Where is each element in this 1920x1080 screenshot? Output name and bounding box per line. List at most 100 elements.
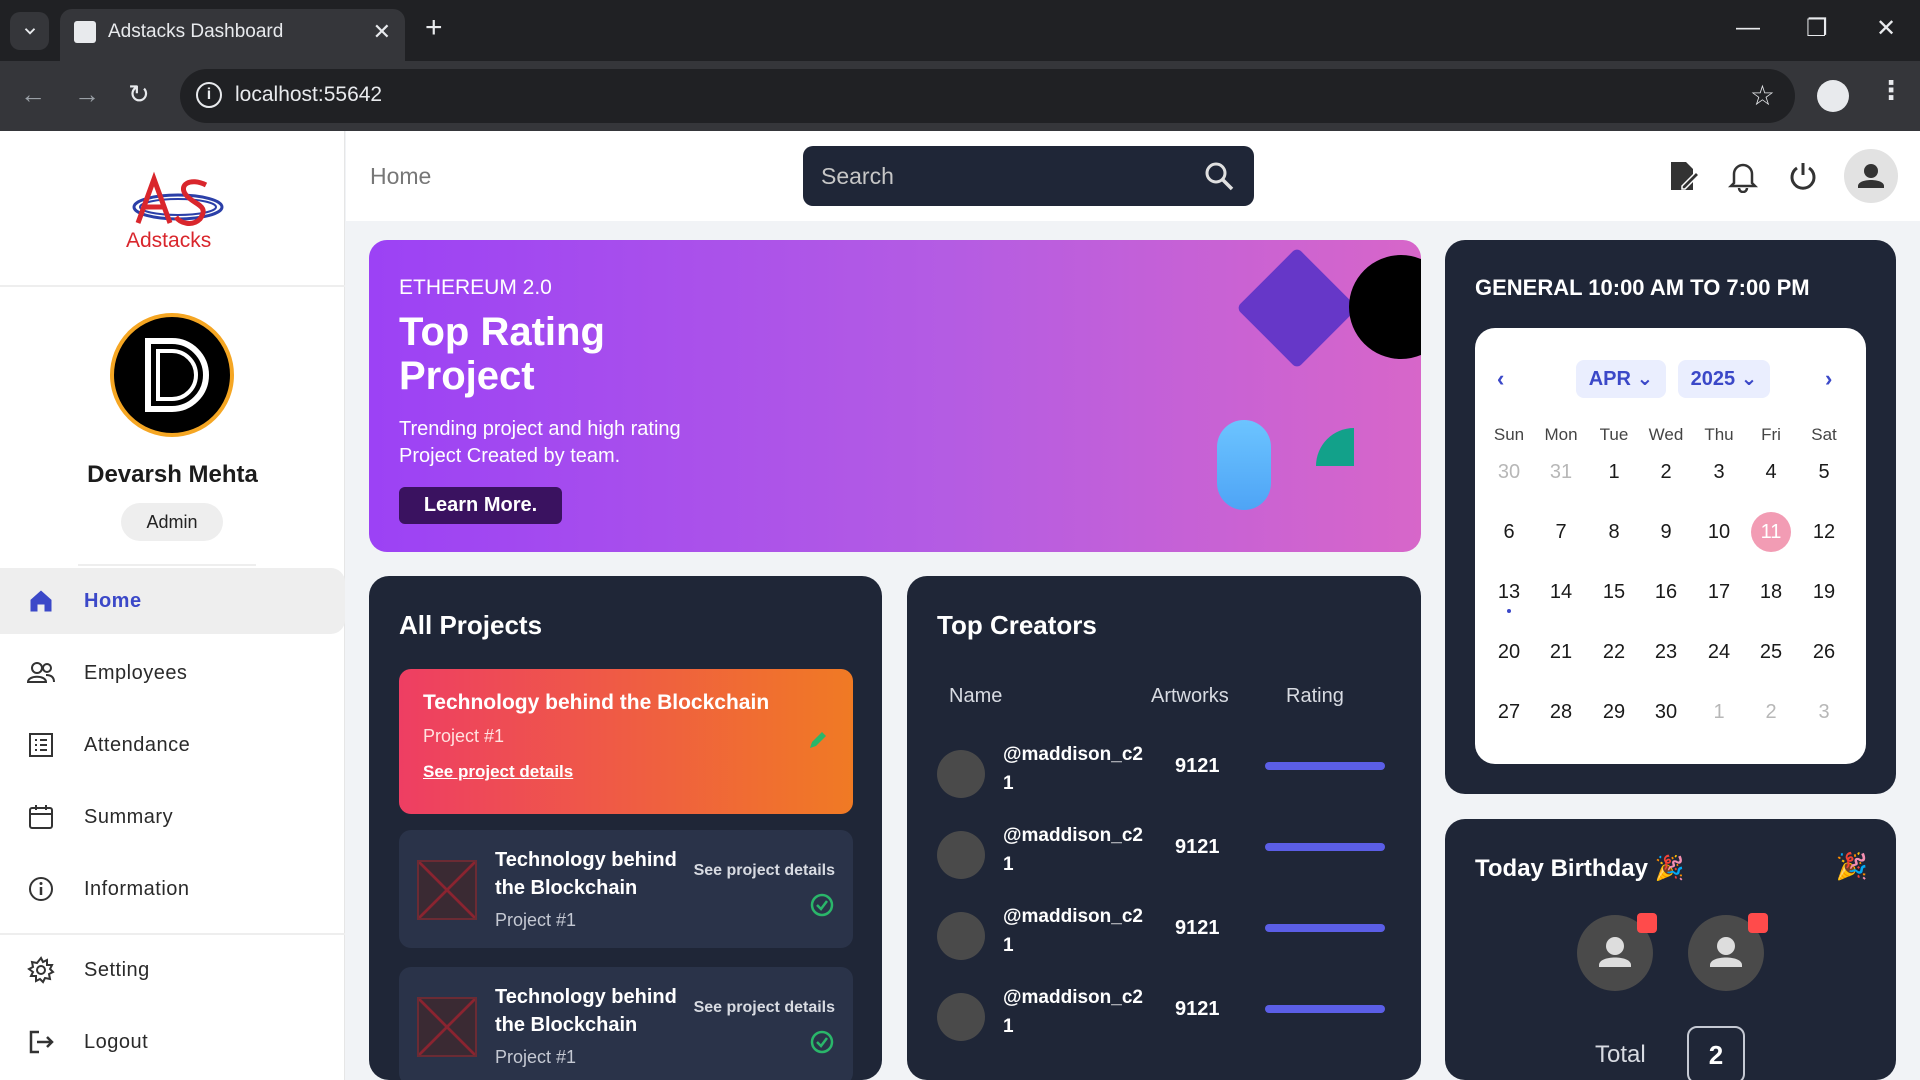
decor-circle [1349, 255, 1421, 359]
weekday-label: Sun [1493, 425, 1525, 444]
search-icon[interactable] [1204, 161, 1234, 191]
artworks-count: 9121 [1175, 755, 1220, 777]
creator-row[interactable]: @maddison_c21 9121 [937, 821, 1391, 891]
back-icon[interactable]: ← [20, 79, 46, 110]
calendar-day-today[interactable]: 11 [1745, 513, 1797, 551]
avatar [937, 912, 985, 960]
calendar-day[interactable]: 4 [1745, 453, 1797, 491]
calendar-day[interactable]: 31 [1535, 453, 1587, 491]
project-title: Technology behind the Blockchain [495, 849, 677, 899]
role-badge: Admin [121, 503, 223, 541]
calendar-day[interactable]: 1 [1693, 693, 1745, 731]
featured-project[interactable]: Technology behind the Blockchain Project… [399, 669, 853, 814]
calendar-day[interactable]: 24 [1693, 633, 1745, 671]
sidebar-item-employees[interactable]: Employees [0, 640, 345, 706]
creator-name: @maddison_c21 [1003, 906, 1143, 956]
broken-image-icon [417, 997, 477, 1057]
see-project-details-link[interactable]: See project details [423, 762, 573, 782]
column-header-artworks: Artworks [1151, 685, 1229, 707]
search-input[interactable] [821, 160, 1181, 192]
list-icon [24, 728, 58, 762]
calendar-day[interactable]: 26 [1798, 633, 1850, 671]
calendar-day[interactable]: 19 [1798, 573, 1850, 611]
calendar-day[interactable]: 1 [1588, 453, 1640, 491]
project-row[interactable]: Technology behind the Blockchain Project… [399, 967, 853, 1080]
address-url[interactable]: localhost:55642 [235, 83, 382, 107]
calendar-day[interactable]: 13 [1483, 573, 1535, 611]
calendar-day[interactable]: 30 [1483, 453, 1535, 491]
calendar-day[interactable]: 12 [1798, 513, 1850, 551]
chevron-left-icon[interactable]: ‹ [1497, 366, 1504, 392]
browser-menu-icon[interactable]: ⋮ [1878, 75, 1904, 106]
artworks-count: 9121 [1175, 836, 1220, 858]
calendar-day[interactable]: 6 [1483, 513, 1535, 551]
close-tab-icon[interactable]: ✕ [373, 19, 391, 45]
calendar-day[interactable]: 21 [1535, 633, 1587, 671]
calendar-day[interactable]: 14 [1535, 573, 1587, 611]
sidebar-item-setting[interactable]: Setting [0, 937, 345, 1003]
weekday-label: Thu [1704, 425, 1734, 444]
calendar-day[interactable]: 2 [1640, 453, 1692, 491]
calendar-day[interactable]: 30 [1640, 693, 1692, 731]
see-project-details-link[interactable]: See project details [694, 999, 835, 1017]
learn-more-button[interactable]: Learn More. [399, 487, 562, 524]
calendar-day[interactable]: 5 [1798, 453, 1850, 491]
search-box[interactable] [803, 146, 1254, 206]
site-info-icon[interactable]: i [196, 82, 222, 108]
calendar-day[interactable]: 20 [1483, 633, 1535, 671]
restore-icon[interactable]: ❐ [1806, 14, 1828, 43]
chevron-right-icon[interactable]: › [1825, 366, 1832, 392]
power-icon[interactable] [1786, 159, 1820, 193]
bell-icon[interactable] [1726, 159, 1760, 193]
creator-row[interactable]: @maddison_c21 9121 [937, 983, 1391, 1053]
tab-search-button[interactable] [10, 12, 49, 50]
calendar-day[interactable]: 25 [1745, 633, 1797, 671]
see-project-details-link[interactable]: See project details [694, 862, 835, 880]
calendar-day[interactable]: 8 [1588, 513, 1640, 551]
calendar-day[interactable]: 7 [1535, 513, 1587, 551]
sidebar-item-attendance[interactable]: Attendance [0, 712, 345, 778]
calendar-day[interactable]: 3 [1798, 693, 1850, 731]
banner-kicker: ETHEREUM 2.0 [399, 276, 552, 299]
calendar-day[interactable]: 15 [1588, 573, 1640, 611]
calendar-day[interactable]: 23 [1640, 633, 1692, 671]
project-row[interactable]: Technology behind the Blockchain Project… [399, 830, 853, 948]
minimize-icon[interactable]: — [1736, 14, 1760, 42]
month-select[interactable]: APR ⌄ [1576, 360, 1666, 398]
calendar-day[interactable]: 28 [1535, 693, 1587, 731]
sidebar-item-summary[interactable]: Summary [0, 784, 345, 850]
year-select[interactable]: 2025 ⌄ [1678, 360, 1770, 398]
calendar-day[interactable]: 9 [1640, 513, 1692, 551]
bookmark-star-icon[interactable]: ☆ [1750, 79, 1775, 112]
pencil-icon[interactable] [807, 729, 829, 751]
sidebar-item-information[interactable]: Information [0, 856, 345, 922]
calendar-day[interactable]: 22 [1588, 633, 1640, 671]
window-close-icon[interactable]: ✕ [1876, 14, 1896, 43]
sidebar-item-logout[interactable]: Logout [0, 1009, 345, 1075]
address-bar[interactable]: i localhost:55642 ☆ [180, 69, 1795, 123]
new-tab-button[interactable]: + [425, 13, 443, 43]
edit-note-icon[interactable] [1666, 159, 1700, 193]
forward-icon[interactable]: → [74, 79, 100, 110]
calendar-day[interactable]: 29 [1588, 693, 1640, 731]
calendar-day[interactable]: 17 [1693, 573, 1745, 611]
calendar-day[interactable]: 3 [1693, 453, 1745, 491]
reload-icon[interactable]: ↻ [128, 79, 150, 110]
sidebar-item-home[interactable]: Home [0, 568, 345, 634]
calendar-day[interactable]: 2 [1745, 693, 1797, 731]
browser-tab[interactable]: Adstacks Dashboard ✕ [60, 9, 405, 61]
weekday-label: Fri [1761, 425, 1781, 444]
calendar-day[interactable]: 16 [1640, 573, 1692, 611]
creator-row[interactable]: @maddison_c21 9121 [937, 902, 1391, 972]
calendar-day[interactable]: 27 [1483, 693, 1535, 731]
avatar [937, 831, 985, 879]
banner-title: Top Rating Project [399, 310, 605, 398]
calendar-day[interactable]: 18 [1745, 573, 1797, 611]
browser-profile-icon[interactable] [1817, 80, 1849, 112]
sidebar-item-label: Logout [84, 1030, 149, 1053]
calendar-day[interactable]: 10 [1693, 513, 1745, 551]
user-avatar[interactable] [1844, 149, 1898, 203]
profile-avatar[interactable] [110, 313, 234, 437]
creator-row[interactable]: @maddison_c21 9121 [937, 740, 1391, 810]
total-label: Total [1595, 1041, 1646, 1068]
